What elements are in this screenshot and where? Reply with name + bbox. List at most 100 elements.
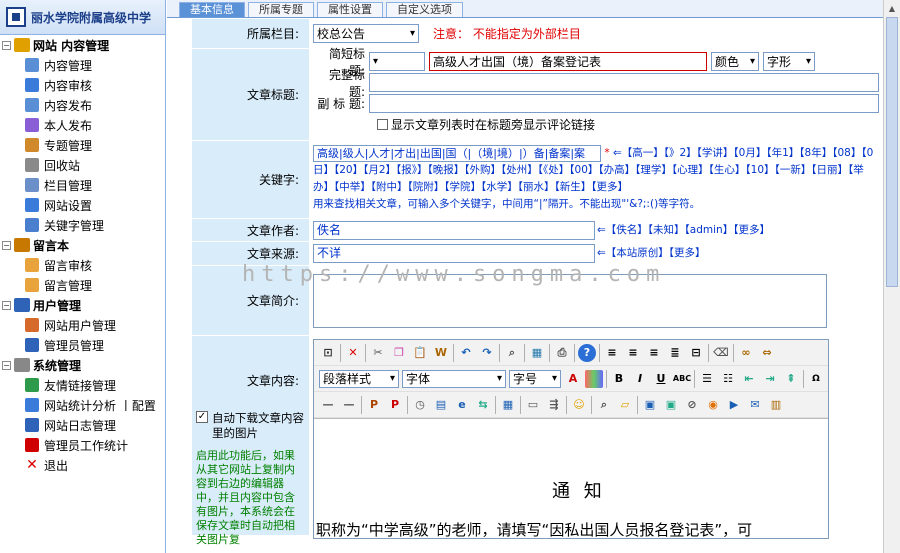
strikethrough-icon[interactable]: ABC (673, 370, 691, 388)
special-char-icon[interactable]: Ω (807, 370, 825, 388)
sidebar-item-2-0[interactable]: 网站用户管理 (0, 315, 165, 335)
auto-download-checkbox[interactable]: ✓ (196, 411, 208, 423)
field-icon[interactable]: ⇶ (545, 396, 563, 414)
web-icon[interactable]: e (453, 396, 471, 414)
sidebar-item-1-1[interactable]: 留言管理 (0, 275, 165, 295)
sidebar-item-0-8[interactable]: 关键字管理 (0, 215, 165, 235)
align-center-icon[interactable]: ≡ (624, 344, 642, 362)
ordered-list-icon[interactable]: ☰ (698, 370, 716, 388)
tab-basic[interactable]: 基本信息 (179, 2, 245, 17)
font-family-select[interactable]: 字体 (402, 369, 506, 388)
paragraph-style-select[interactable]: 段落样式 (319, 369, 399, 388)
tab-topic[interactable]: 所属专题 (248, 2, 314, 17)
chat-icon[interactable]: ✉ (746, 396, 764, 414)
italic-icon[interactable]: I (631, 370, 649, 388)
category-select[interactable]: 校总公告 (313, 24, 419, 43)
tab-custom[interactable]: 自定义选项 (386, 2, 463, 17)
comment-link-checkbox[interactable] (377, 118, 388, 130)
bold-icon[interactable]: B (610, 370, 628, 388)
outdent-icon[interactable]: ⇤ (740, 370, 758, 388)
paragraph-icon[interactable]: P (365, 396, 383, 414)
superscript-icon[interactable]: ⇞ (782, 370, 800, 388)
sidebar-item-1-0[interactable]: 留言审核 (0, 255, 165, 275)
sidebar-item-3-1[interactable]: 网站统计分析 丨配置 (0, 395, 165, 415)
title-font-select[interactable]: 字形 (763, 52, 815, 71)
sidebar-item-0-0[interactable]: 内容管理 (0, 55, 165, 75)
eraser-icon[interactable]: ⌫ (712, 344, 730, 362)
sidebar-item-0-1[interactable]: 内容审核 (0, 75, 165, 95)
sidebar-item-3-3[interactable]: 管理员工作统计 (0, 435, 165, 455)
sidebar-group-3[interactable]: − 系统管理 (0, 355, 165, 375)
collapse-icon[interactable]: − (2, 240, 11, 250)
vertical-scrollbar[interactable]: ▲ (883, 0, 900, 553)
horizontal-rule-icon[interactable]: — (319, 396, 337, 414)
align-left-icon[interactable]: ≡ (603, 344, 621, 362)
editor-content-area[interactable]: 通 知 职称为“中学高级”的老师，请填写“因私出国人员报名登记表”，可 (314, 418, 828, 539)
short-title-input[interactable]: 高级人才出国（境）备案登记表 (429, 52, 707, 71)
paste-word-icon[interactable]: W (432, 344, 450, 362)
full-title-input[interactable] (369, 73, 879, 92)
sidebar-item-0-7[interactable]: 网站设置 (0, 195, 165, 215)
source-input[interactable]: 不详 (313, 244, 595, 263)
font-size-select[interactable]: 字号 (509, 369, 561, 388)
video-icon[interactable]: ▶ (725, 396, 743, 414)
redo-icon[interactable]: ↷ (478, 344, 496, 362)
sidebar-group-1[interactable]: − 留言本 (0, 235, 165, 255)
title-color-select[interactable]: 颜色 (711, 52, 759, 71)
anchor-icon[interactable]: ⇔ (758, 344, 776, 362)
author-input[interactable]: 佚名 (313, 220, 595, 240)
attachment-icon[interactable]: ▥ (767, 396, 785, 414)
justify-icon[interactable]: ≣ (666, 344, 684, 362)
paste-icon[interactable]: 📋 (411, 344, 429, 362)
cut-icon[interactable]: ✂ (369, 344, 387, 362)
emoticon-icon[interactable]: ☺ (570, 396, 588, 414)
author-suggestions[interactable]: ⇐【佚名】【未知】【admin】【更多】 (597, 222, 770, 239)
indent-icon[interactable]: ⊟ (687, 344, 705, 362)
underline-icon[interactable]: U (652, 370, 670, 388)
collapse-icon[interactable]: − (2, 40, 11, 50)
sidebar-item-0-5[interactable]: 回收站 (0, 155, 165, 175)
form-icon[interactable]: ▭ (524, 396, 542, 414)
table-icon[interactable]: ▦ (499, 396, 517, 414)
subtitle-input[interactable] (369, 94, 879, 113)
help-icon[interactable]: ? (578, 343, 596, 362)
sidebar-item-0-6[interactable]: 栏目管理 (0, 175, 165, 195)
sidebar-item-3-4[interactable]: ✕ 退出 (0, 455, 165, 475)
media-icon[interactable]: ◉ (704, 396, 722, 414)
scroll-up-arrow-icon[interactable]: ▲ (884, 0, 900, 17)
zoom-icon[interactable]: ⌕ (595, 396, 613, 414)
undo-icon[interactable]: ↶ (457, 344, 475, 362)
collapse-icon[interactable]: − (2, 360, 11, 370)
sidebar-item-0-2[interactable]: 内容发布 (0, 95, 165, 115)
keywords-input[interactable]: 高级|级人|人才|才出|出国|国（|（境|境）|）备|备案|案 (313, 145, 601, 162)
title-prefix-select[interactable] (369, 52, 425, 71)
font-color-icon[interactable]: A (564, 370, 582, 388)
sidebar-group-2[interactable]: − 用户管理 (0, 295, 165, 315)
indent-more-icon[interactable]: ⇥ (761, 370, 779, 388)
tab-attr[interactable]: 属性设置 (317, 2, 383, 17)
sidebar-item-0-4[interactable]: 专题管理 (0, 135, 165, 155)
folder-icon[interactable]: ▱ (616, 396, 634, 414)
source-suggestions[interactable]: ⇐【本站原创】【更多】 (597, 245, 706, 262)
sidebar-item-3-2[interactable]: 网站日志管理 (0, 415, 165, 435)
sidebar-group-0[interactable]: − 网站 内容管理 (0, 35, 165, 55)
unordered-list-icon[interactable]: ☷ (719, 370, 737, 388)
sidebar-item-0-3[interactable]: 本人发布 (0, 115, 165, 135)
marquee-icon[interactable]: ⇆ (474, 396, 492, 414)
print-icon[interactable]: ⎙ (553, 344, 571, 362)
gallery-icon[interactable]: ▣ (662, 396, 680, 414)
date-icon[interactable]: ▤ (432, 396, 450, 414)
line-icon[interactable]: — (340, 396, 358, 414)
find-icon[interactable]: ⌕ (503, 344, 521, 362)
scroll-thumb[interactable] (886, 17, 898, 287)
select-all-icon[interactable]: ⊡ (319, 344, 337, 362)
align-right-icon[interactable]: ≡ (645, 344, 663, 362)
copy-icon[interactable]: ❐ (390, 344, 408, 362)
table-calc-icon[interactable]: ▦ (528, 344, 546, 362)
collapse-icon[interactable]: − (2, 300, 11, 310)
time-icon[interactable]: ◷ (411, 396, 429, 414)
delete-icon[interactable]: ✕ (344, 344, 362, 362)
link-icon[interactable]: ∞ (737, 344, 755, 362)
page-break-icon[interactable]: P (386, 396, 404, 414)
image-icon[interactable]: ▣ (641, 396, 659, 414)
